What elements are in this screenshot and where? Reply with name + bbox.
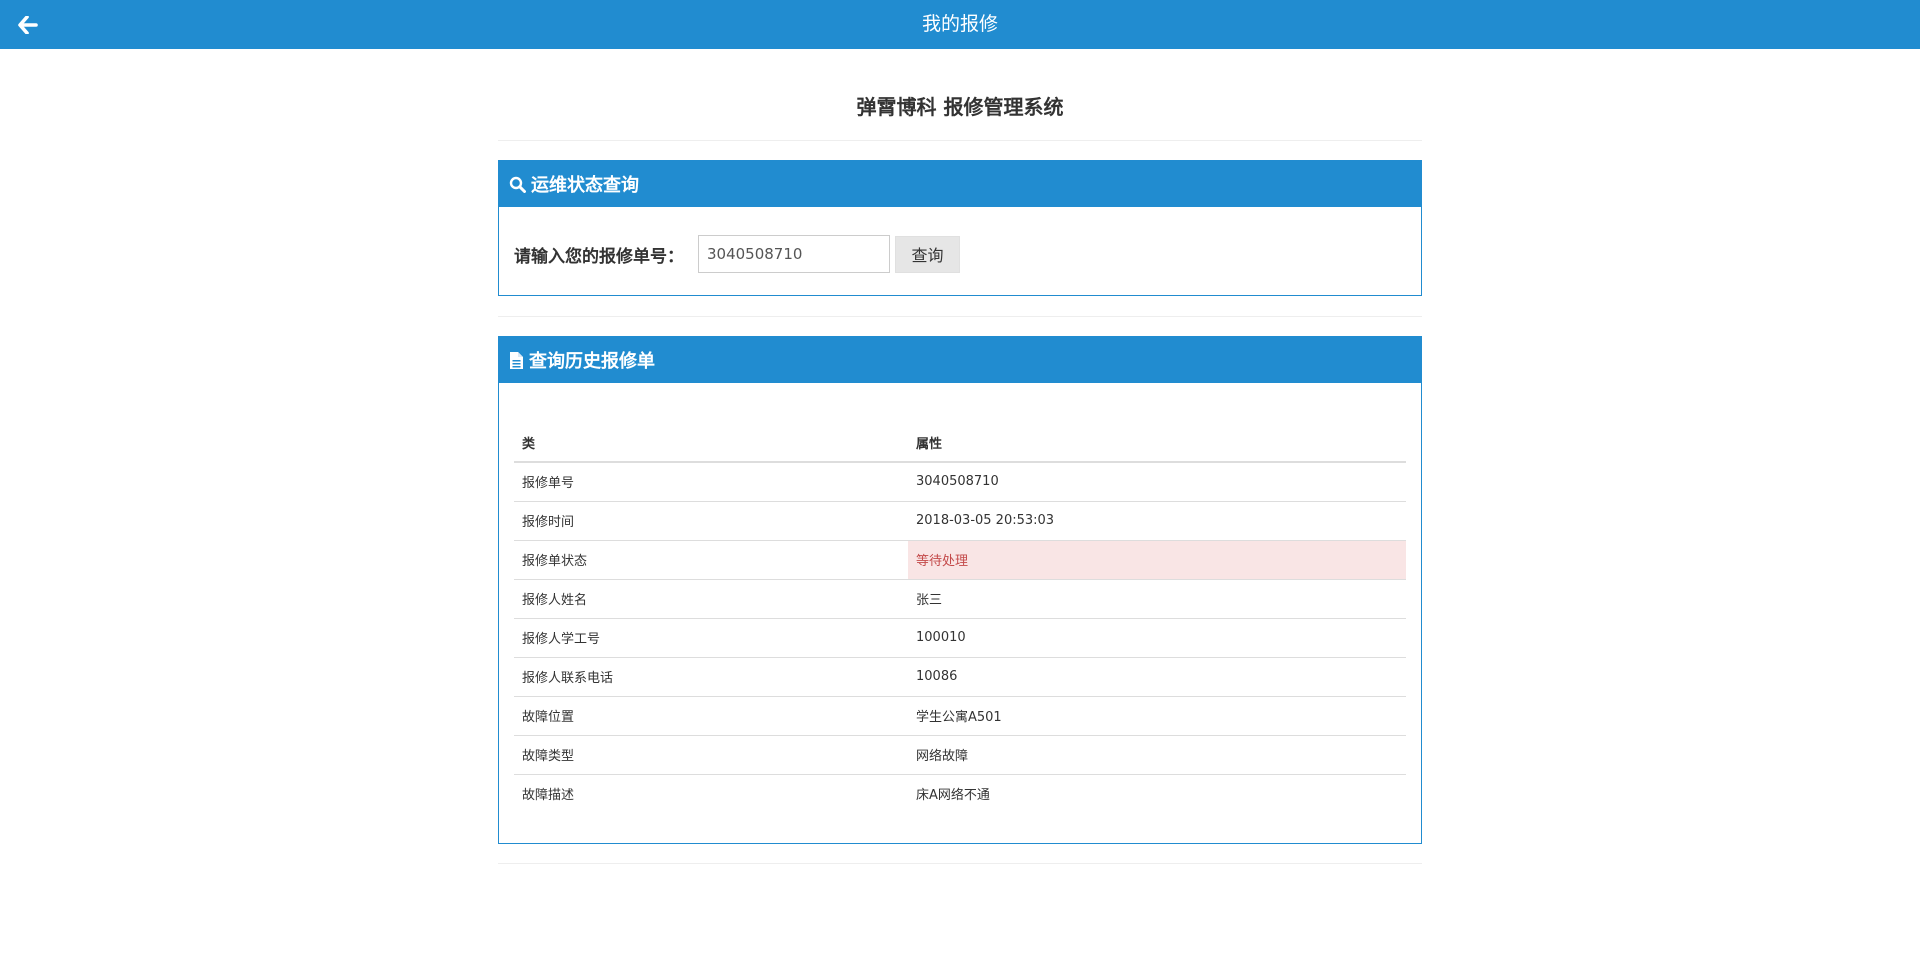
row-value: 学生公寓A501 — [908, 696, 1406, 736]
row-value: 10086 — [908, 657, 1406, 697]
status-query-heading-text: 运维状态查询 — [531, 175, 639, 196]
row-key: 故障位置 — [514, 696, 908, 736]
row-value: 3040508710 — [908, 462, 1406, 502]
main-container: 弹霄博科 报修管理系统 运维状态查询 请输入您的报修单号： 查询 — [498, 49, 1422, 864]
row-key: 报修人姓名 — [514, 579, 908, 619]
column-header-key: 类 — [514, 423, 908, 463]
row-key: 报修单状态 — [514, 540, 908, 580]
row-key: 报修时间 — [514, 501, 908, 541]
history-heading: 查询历史报修单 — [499, 337, 1421, 383]
top-navbar: 我的报修 — [0, 0, 1920, 49]
table-row: 报修单号 3040508710 — [514, 462, 1406, 502]
history-table-body: 报修单号 3040508710 报修时间 2018-03-05 20:53:03 报修单… — [514, 462, 1406, 813]
row-value: 2018-03-05 20:53:03 — [908, 501, 1406, 541]
repair-number-label: 请输入您的报修单号： — [514, 246, 684, 267]
row-value: 张三 — [908, 579, 1406, 619]
document-icon — [509, 351, 524, 369]
row-value: 网络故障 — [908, 735, 1406, 775]
status-query-panel: 运维状态查询 请输入您的报修单号： 查询 — [498, 160, 1422, 296]
row-key: 报修人学工号 — [514, 618, 908, 658]
table-header-row: 类 属性 — [514, 423, 1406, 463]
history-heading-text: 查询历史报修单 — [529, 351, 655, 372]
divider — [498, 140, 1422, 141]
row-key: 报修单号 — [514, 462, 908, 502]
row-value: 100010 — [908, 618, 1406, 658]
divider — [498, 863, 1422, 864]
table-row: 报修人姓名 张三 — [514, 579, 1406, 619]
table-row: 故障类型 网络故障 — [514, 735, 1406, 775]
table-row: 报修人联系电话 10086 — [514, 657, 1406, 697]
history-table-wrap: 类 属性 报修单号 3040508710 报修时间 2018-03-05 20:53:… — [499, 383, 1421, 813]
page-title: 弹霄博科 报修管理系统 — [856, 95, 1064, 119]
row-key: 故障类型 — [514, 735, 908, 775]
status-value: 等待处理 — [908, 540, 1406, 580]
status-query-body: 请输入您的报修单号： 查询 — [499, 207, 1421, 295]
table-row: 报修单状态 等待处理 — [514, 540, 1406, 580]
table-row: 报修时间 2018-03-05 20:53:03 — [514, 501, 1406, 541]
repair-number-input[interactable] — [698, 235, 890, 273]
row-value: 床A网络不通 — [916, 788, 990, 804]
navbar-title: 我的报修 — [921, 13, 998, 35]
column-header-value: 属性 — [908, 423, 1406, 463]
divider — [498, 316, 1422, 317]
table-row: 故障描述 床A网络不通 — [514, 774, 1406, 813]
row-key: 故障描述 — [522, 788, 575, 804]
table-row: 报修人学工号 100010 — [514, 618, 1406, 658]
search-icon — [509, 176, 526, 193]
history-table: 类 属性 报修单号 3040508710 报修时间 2018-03-05 20:53:… — [514, 423, 1406, 813]
query-button[interactable]: 查询 — [895, 235, 960, 273]
status-query-heading: 运维状态查询 — [499, 161, 1421, 207]
table-row: 故障位置 学生公寓A501 — [514, 696, 1406, 736]
row-key: 报修人联系电话 — [514, 657, 908, 697]
history-panel: 查询历史报修单 类 属性 报修单号 3040508710 报修时间 2018-03-0… — [498, 336, 1422, 844]
